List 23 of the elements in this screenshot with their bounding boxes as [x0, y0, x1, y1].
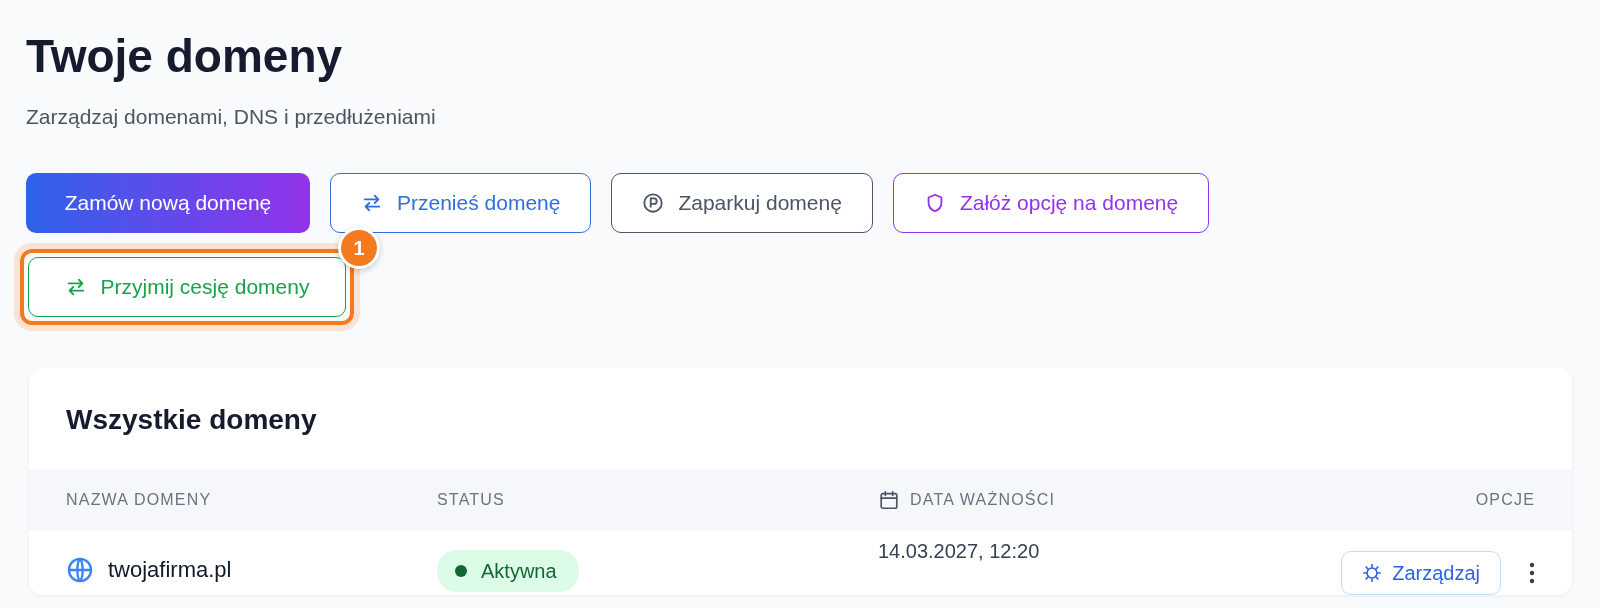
settings-icon	[1362, 563, 1383, 583]
status-badge: Aktywna	[437, 550, 579, 592]
card-title: Wszystkie domeny	[65, 403, 318, 437]
manage-button[interactable]: Zarządzaj	[1341, 551, 1501, 595]
page-subtitle: Zarządzaj domenami, DNS i przedłużeniami	[26, 104, 437, 130]
step-badge: 1	[338, 227, 380, 269]
parking-icon	[642, 192, 665, 214]
expiry-date: 14.03.2027, 12:20	[878, 540, 1040, 563]
calendar-icon	[878, 489, 900, 511]
accept-cession-button[interactable]: Przyjmij cesję domeny	[28, 257, 346, 317]
action-button[interactable]: Przenieś domenę	[330, 173, 592, 233]
page-title: Twoje domeny	[26, 29, 344, 84]
column-header: NAZWA DOMENY	[66, 491, 212, 509]
swap-arrows-icon	[361, 192, 383, 214]
action-button[interactable]: Zaparkuj domenę	[611, 173, 873, 233]
column-header: OPCJE	[1475, 491, 1535, 509]
order-domain-button[interactable]: Zamów nową domenę	[26, 173, 310, 233]
more-options-icon[interactable]	[1529, 561, 1535, 585]
globe-icon	[66, 556, 94, 584]
column-header: STATUS	[437, 491, 505, 509]
domain-name: twojafirma.pl	[108, 557, 232, 583]
column-header: DATA WAŻNOŚCI	[910, 491, 1056, 509]
action-button[interactable]: Załóż opcję na domenę	[892, 173, 1210, 233]
